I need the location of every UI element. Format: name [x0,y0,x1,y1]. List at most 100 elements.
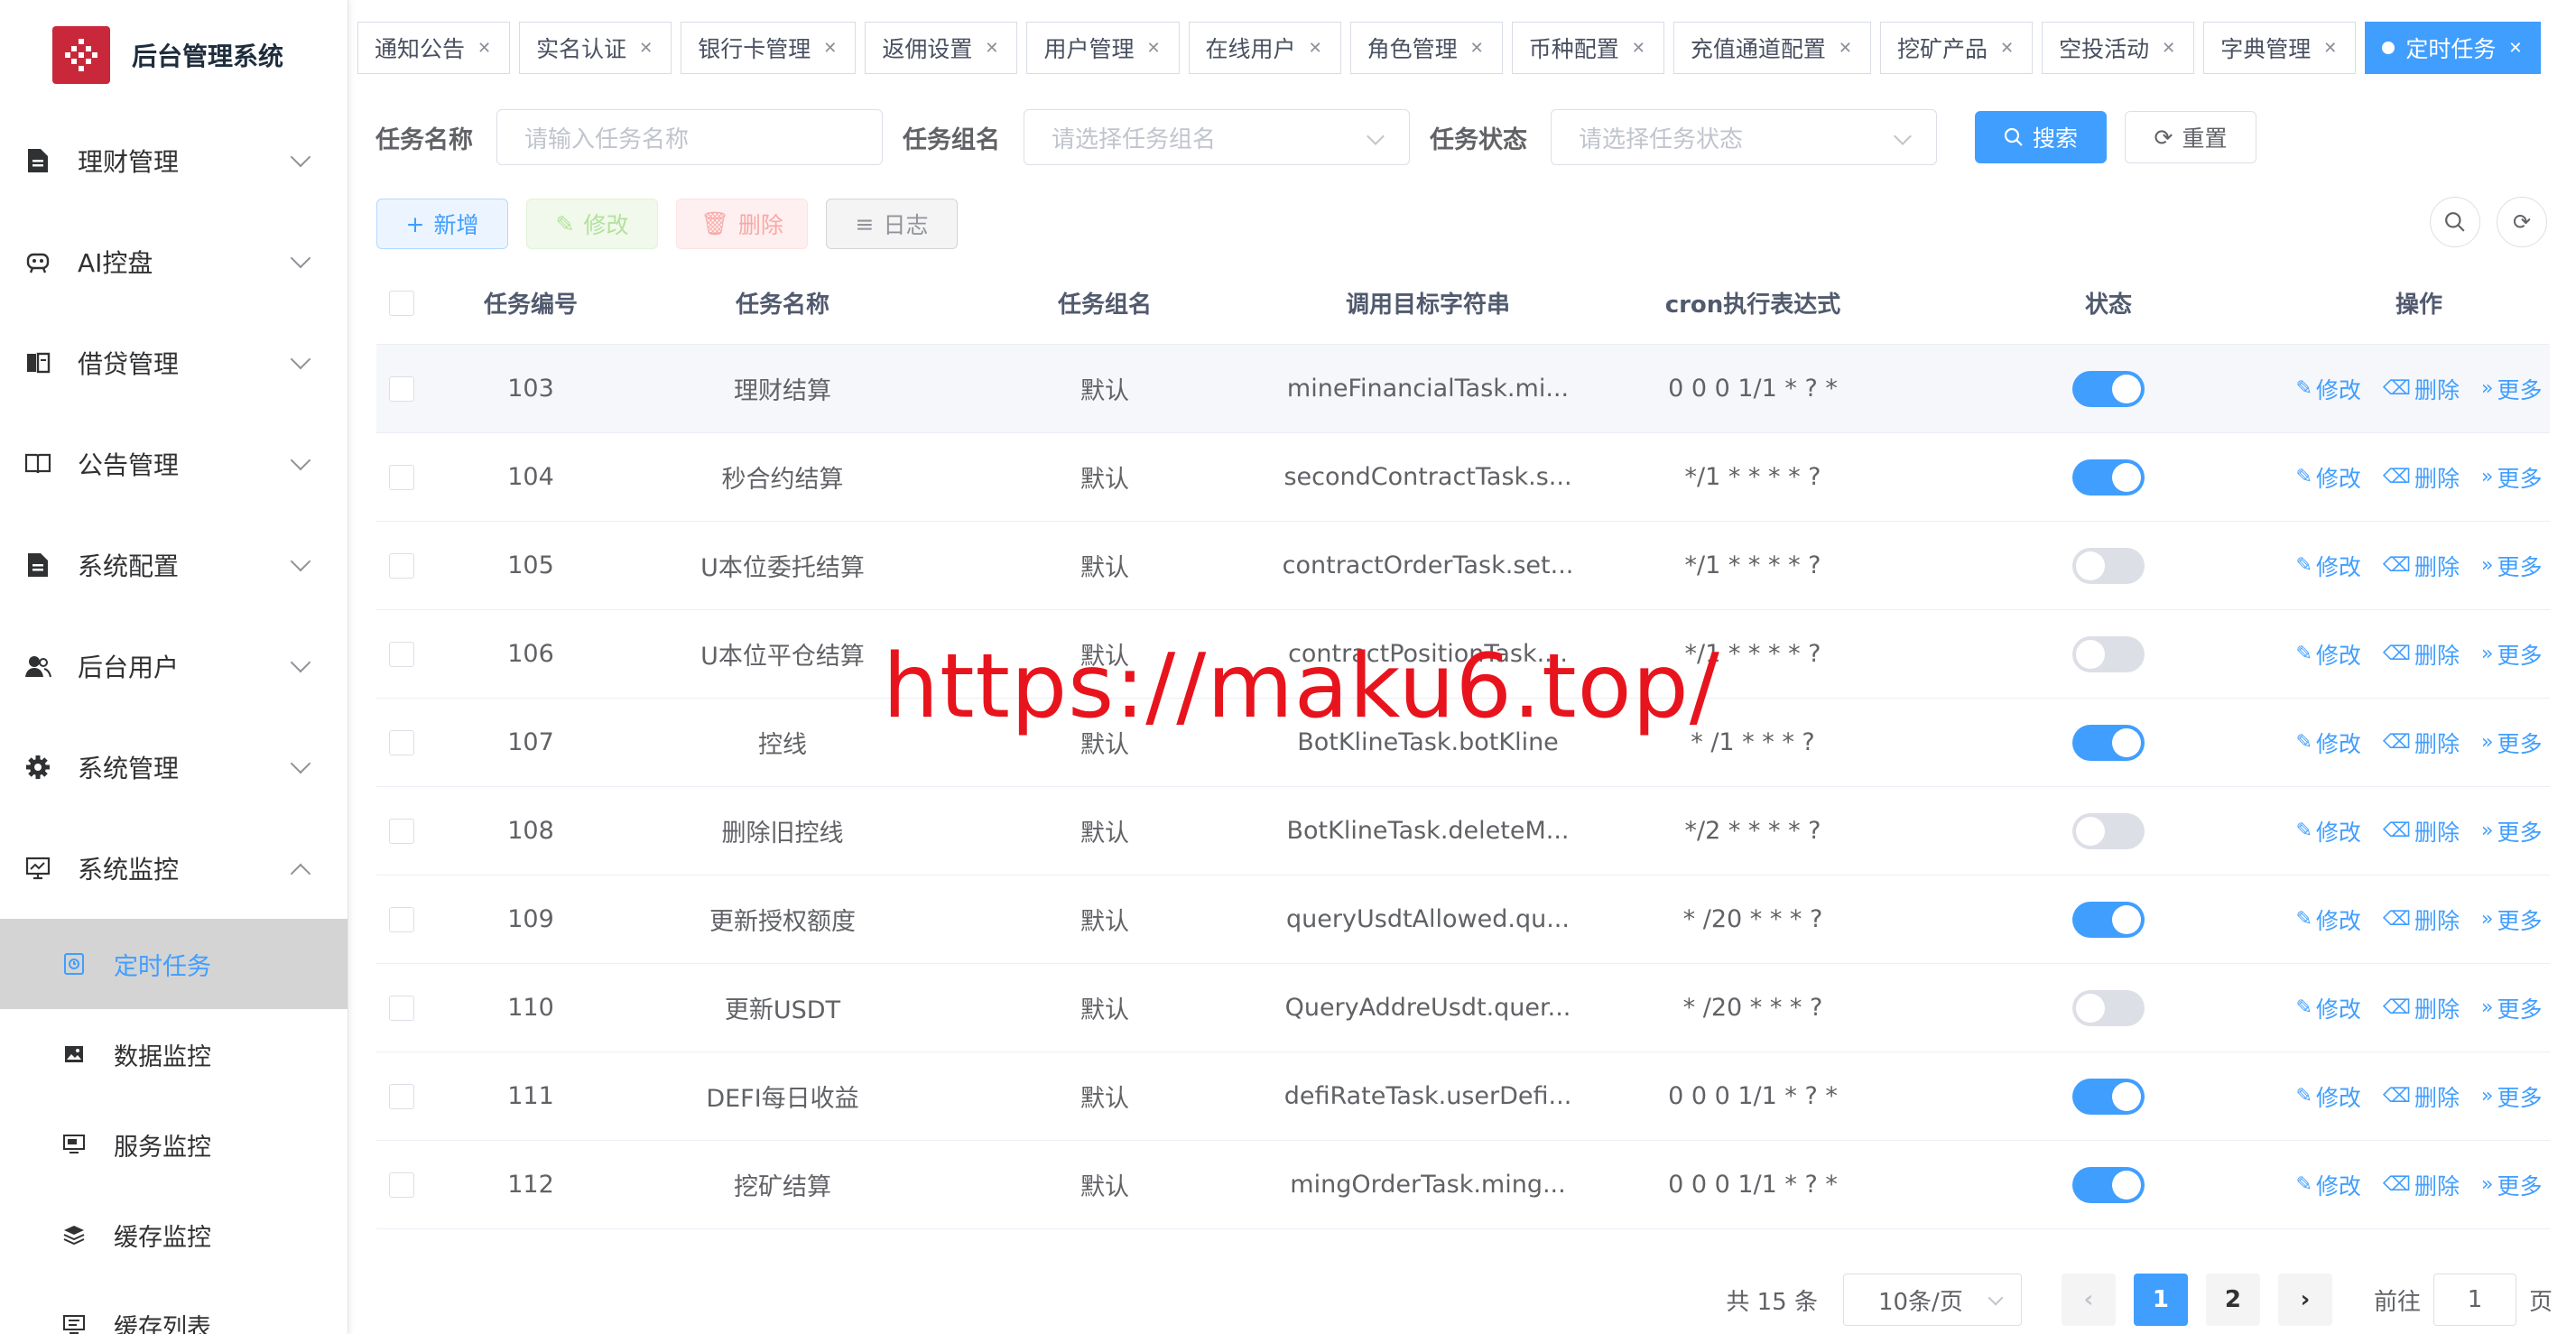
logo-area[interactable]: 后台管理系统 [0,0,347,110]
row-delete-button[interactable]: ⌫ 删除 [2383,1080,2460,1113]
row-edit-button[interactable]: ✎ 修改 [2295,727,2360,759]
row-delete-button[interactable]: ⌫ 删除 [2383,815,2460,848]
status-switch[interactable] [2072,459,2145,496]
next-page-button[interactable]: › [2277,1274,2332,1326]
close-icon[interactable]: ✕ [2162,39,2175,58]
status-switch[interactable] [2072,635,2145,672]
page-2-button[interactable]: 2 [2205,1274,2260,1326]
row-checkbox[interactable] [389,1083,414,1109]
tab-5[interactable]: 用户管理 ✕ [1026,22,1180,74]
close-icon[interactable]: ✕ [1146,39,1160,58]
row-delete-button[interactable]: ⌫ 删除 [2383,992,2460,1024]
sidebar-submenu-1[interactable]: 定时任务 [0,919,347,1009]
tab-11[interactable]: 空投活动 ✕ [2042,22,2195,74]
tab-7[interactable]: 角色管理 ✕ [1349,22,1503,74]
row-checkbox[interactable] [389,818,414,844]
row-edit-button[interactable]: ✎ 修改 [2295,550,2360,582]
row-checkbox[interactable] [389,641,414,667]
row-edit-button[interactable]: ✎ 修改 [2295,461,2360,494]
row-delete-button[interactable]: ⌫ 删除 [2383,638,2460,671]
row-checkbox[interactable] [389,552,414,579]
reset-button[interactable]: ⟳ 重置 [2125,111,2256,163]
tab-10[interactable]: 挖矿产品 ✕ [1879,22,2034,74]
tab-1[interactable]: 通知公告 ✕ [357,22,511,74]
row-delete-button[interactable]: ⌫ 删除 [2383,461,2460,494]
sidebar-submenu-2[interactable]: 数据监控 [0,1009,347,1099]
row-edit-button[interactable]: ✎ 修改 [2295,992,2360,1024]
status-switch[interactable] [2072,370,2145,407]
refresh-button[interactable]: ⟳ [2497,197,2547,247]
log-button[interactable]: ≡ 日志 [826,199,958,249]
page-size-select[interactable]: 10条/页 [1842,1274,2022,1326]
row-more-button[interactable]: » 更多 [2481,992,2542,1024]
tab-2[interactable]: 实名认证 ✕ [519,22,672,74]
row-checkbox[interactable] [389,1172,414,1198]
tab-13[interactable]: 定时任务 ✕ [2365,22,2542,74]
job-name-input[interactable]: 请输入任务名称 [496,109,883,165]
add-button[interactable]: + 新增 [376,199,508,249]
row-more-button[interactable]: » 更多 [2481,727,2542,759]
row-delete-button[interactable]: ⌫ 删除 [2383,373,2460,405]
sidebar-submenu-3[interactable]: 服务监控 [0,1099,347,1190]
row-delete-button[interactable]: ⌫ 删除 [2383,1169,2460,1201]
tab-3[interactable]: 银行卡管理 ✕ [681,22,857,74]
row-edit-button[interactable]: ✎ 修改 [2295,903,2360,936]
close-icon[interactable]: ✕ [2000,39,2014,58]
row-more-button[interactable]: » 更多 [2481,373,2542,405]
status-switch[interactable] [2072,1078,2145,1115]
delete-button[interactable]: 🗑 删除 [676,199,808,249]
row-delete-button[interactable]: ⌫ 删除 [2383,727,2460,759]
row-checkbox[interactable] [389,995,414,1021]
sidebar-menu-1[interactable]: 理财管理 [0,110,347,211]
row-edit-button[interactable]: ✎ 修改 [2295,638,2360,671]
sidebar-menu-6[interactable]: 后台用户 [0,616,347,717]
row-more-button[interactable]: » 更多 [2481,461,2542,494]
row-checkbox[interactable] [389,464,414,490]
row-checkbox[interactable] [389,729,414,755]
row-delete-button[interactable]: ⌫ 删除 [2383,550,2460,582]
job-status-select[interactable]: 请选择任务状态 [1551,109,1937,165]
search-button[interactable]: 搜索 [1975,111,2107,163]
edit-button[interactable]: ✎ 修改 [526,199,658,249]
row-checkbox[interactable] [389,906,414,932]
job-group-select[interactable]: 请选择任务组名 [1024,109,1410,165]
prev-page-button[interactable]: ‹ [2061,1274,2116,1326]
sidebar-menu-7[interactable]: 系统管理 [0,717,347,818]
sidebar-menu-2[interactable]: AI控盘 [0,211,347,312]
row-checkbox[interactable] [389,375,414,402]
row-more-button[interactable]: » 更多 [2481,638,2542,671]
row-more-button[interactable]: » 更多 [2481,815,2542,848]
status-switch[interactable] [2072,1166,2145,1203]
row-edit-button[interactable]: ✎ 修改 [2295,373,2360,405]
tab-6[interactable]: 在线用户 ✕ [1188,22,1341,74]
sidebar-menu-4[interactable]: 公告管理 [0,413,347,514]
select-all-checkbox[interactable] [389,290,414,316]
status-switch[interactable] [2072,547,2145,584]
row-more-button[interactable]: » 更多 [2481,903,2542,936]
sidebar-menu-3[interactable]: 借贷管理 [0,312,347,413]
tab-9[interactable]: 充值通道配置 ✕ [1673,22,1871,74]
goto-page-input[interactable]: 1 [2432,1274,2516,1326]
close-icon[interactable]: ✕ [1632,39,1645,58]
close-icon[interactable]: ✕ [2508,39,2522,58]
sidebar-submenu-5[interactable]: 缓存列表 [0,1280,347,1334]
close-icon[interactable]: ✕ [2323,39,2337,58]
row-more-button[interactable]: » 更多 [2481,1080,2542,1113]
close-icon[interactable]: ✕ [823,39,837,58]
row-more-button[interactable]: » 更多 [2481,550,2542,582]
row-edit-button[interactable]: ✎ 修改 [2295,815,2360,848]
sidebar-menu-8[interactable]: 系统监控 [0,818,347,919]
status-switch[interactable] [2072,901,2145,938]
close-icon[interactable]: ✕ [639,39,653,58]
sidebar-menu-5[interactable]: 系统配置 [0,514,347,616]
status-switch[interactable] [2072,989,2145,1026]
tab-12[interactable]: 字典管理 ✕ [2203,22,2357,74]
status-switch[interactable] [2072,724,2145,761]
row-more-button[interactable]: » 更多 [2481,1169,2542,1201]
tab-8[interactable]: 币种配置 ✕ [1511,22,1664,74]
close-icon[interactable]: ✕ [477,39,491,58]
close-icon[interactable]: ✕ [1839,39,1852,58]
page-1-button[interactable]: 1 [2133,1274,2188,1326]
toggle-search-button[interactable] [2430,197,2480,247]
close-icon[interactable]: ✕ [1470,39,1484,58]
